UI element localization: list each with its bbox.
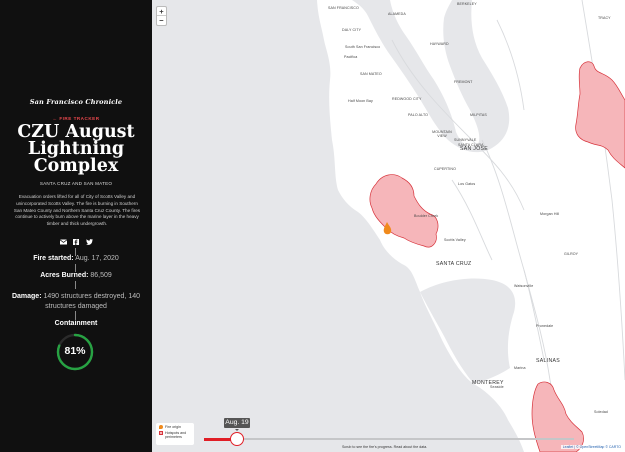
label-morgan-hill: Morgan Hill: [540, 212, 560, 216]
label-mountain-view: MOUNTAIN VIEW: [432, 130, 452, 139]
label-redwood-city: REDWOOD CITY: [392, 97, 422, 101]
perimeter-swatch-icon: [159, 430, 163, 435]
label-san-jose: SAN JOSE: [460, 146, 489, 152]
containment-label: Containment: [54, 320, 98, 327]
label-san-francisco: SAN FRANCISCO: [328, 6, 359, 10]
legend-perimeter-label: Hotspots and perimeters: [165, 430, 187, 439]
page-title: CZU August Lightning Complex: [17, 122, 135, 176]
map-legend: Fire origin Hotspots and perimeters: [156, 423, 194, 445]
label-santa-cruz: SANTA CRUZ: [436, 261, 472, 267]
acres-value: 86,509: [90, 272, 112, 279]
fire-location: SANTA CRUZ AND SAN MATEO: [39, 181, 113, 186]
brand-logo[interactable]: San Francisco Chronicle: [0, 98, 152, 106]
label-marina: Marina: [514, 366, 526, 370]
zoom-out-button[interactable]: −: [157, 16, 166, 25]
label-prunedale: Prunedale: [536, 324, 554, 328]
label-sunnyvale: SUNNYVALE: [454, 138, 477, 142]
legend-perimeter: Hotspots and perimeters: [159, 430, 191, 439]
legend-origin-label: Fire origin: [165, 425, 181, 429]
zoom-control: + −: [156, 6, 167, 26]
damage-label: Damage:: [11, 293, 42, 300]
monterey-bay: [420, 278, 516, 384]
info-sidebar: San Francisco Chronicle ← FIRE TRACKER C…: [0, 0, 152, 452]
divider: [75, 311, 76, 319]
label-hayward: HAYWARD: [430, 42, 449, 46]
map-basemap[interactable]: [152, 0, 625, 452]
facebook-icon[interactable]: [72, 239, 80, 245]
twitter-icon[interactable]: [85, 239, 93, 245]
label-gilroy: GILROY: [564, 252, 579, 256]
fire-description: Evacuation orders lifted for all of City…: [13, 194, 141, 227]
label-south-sf: South San Francisco: [345, 45, 381, 49]
acres-burned-fact: Acres Burned: 86,509: [8, 271, 144, 281]
label-fremont: FREMONT: [454, 80, 473, 84]
fire-origin-icon: [159, 425, 163, 429]
label-alameda: ALAMEDA: [388, 12, 406, 16]
acres-label: Acres Burned:: [40, 272, 89, 279]
share-bar: [0, 239, 152, 245]
label-pacifica: Pacifica: [344, 55, 358, 59]
label-palo-alto: PALO ALTO: [408, 113, 429, 117]
timeline-hint[interactable]: Scrub to see the fire's progress. Read a…: [342, 445, 427, 449]
email-icon[interactable]: [59, 239, 67, 245]
legend-origin: Fire origin: [159, 425, 191, 429]
fire-started-label: Fire started:: [33, 255, 74, 262]
map-attribution[interactable]: Leaflet | © OpenStreetMap © CARTO: [560, 445, 623, 449]
timeline-date-label: Aug. 19: [224, 418, 250, 431]
damage-value: 1490 structures destroyed, 140 structure…: [43, 293, 141, 310]
fire-map[interactable]: + − SAN FRANCISCO ALAMEDA BERKELEY DALY …: [152, 0, 625, 452]
damage-fact: Damage: 1490 structures destroyed, 140 s…: [8, 292, 144, 311]
label-los-gatos: Los Gatos: [458, 182, 476, 186]
fire-tracker-link[interactable]: ← FIRE TRACKER: [0, 116, 152, 121]
label-watsonville: Watsonville: [514, 284, 534, 288]
fire-started-fact: Fire started: Aug. 17, 2020: [8, 254, 144, 264]
label-soledad: Soledad: [594, 410, 608, 414]
label-salinas: SALINAS: [536, 358, 561, 364]
label-milpitas: MILPITAS: [470, 113, 487, 117]
label-boulder-creek: Boulder Creek: [414, 214, 439, 218]
timeline-track[interactable]: [204, 438, 574, 440]
label-scotts-valley: Scotts Valley: [444, 238, 466, 242]
label-berkeley: BERKELEY: [457, 2, 477, 6]
label-half-moon-bay: Half Moon Bay: [348, 99, 373, 103]
label-san-mateo: SAN MATEO: [360, 72, 382, 76]
label-daly-city: DALY CITY: [342, 28, 362, 32]
zoom-in-button[interactable]: +: [157, 7, 166, 16]
label-cupertino: CUPERTINO: [434, 167, 456, 171]
label-seaside: Seaside: [490, 385, 504, 389]
containment-value: 81%: [64, 345, 86, 357]
label-tracy: TRACY: [598, 16, 611, 20]
divider: [75, 281, 76, 289]
fire-started-value: Aug. 17, 2020: [75, 255, 119, 262]
attribution-text[interactable]: Leaflet | © OpenStreetMap © CARTO: [563, 445, 621, 449]
